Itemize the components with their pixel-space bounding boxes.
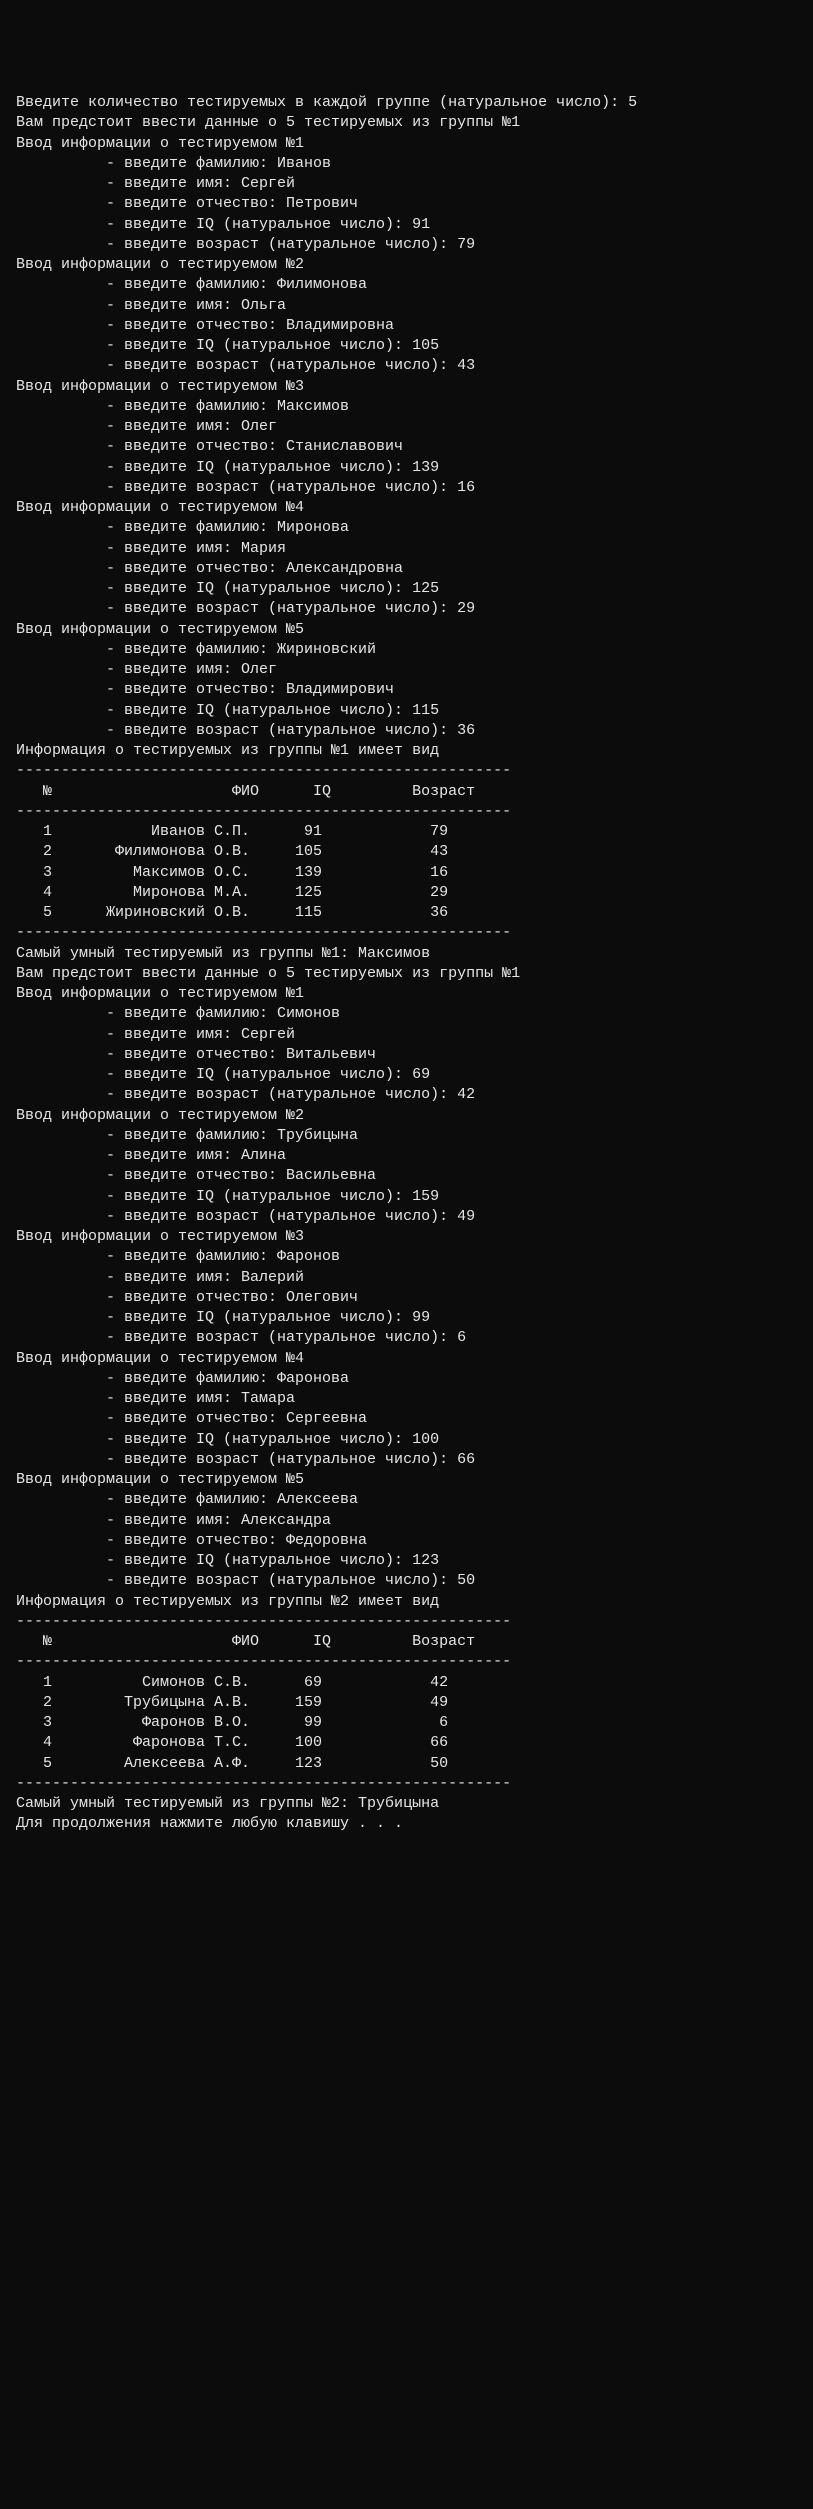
- console-line: Ввод информации о тестируемом №2: [16, 1106, 797, 1126]
- console-line: Ввод информации о тестируемом №5: [16, 620, 797, 640]
- console-line: Для продолжения нажмите любую клавишу . …: [16, 1814, 797, 1834]
- console-line: ----------------------------------------…: [16, 761, 797, 781]
- console-line: - введите фамилию: Фаронова: [16, 1369, 797, 1389]
- console-line: 5 Алексеева А.Ф. 123 50: [16, 1754, 797, 1774]
- console-line: - введите возраст (натуральное число): 6: [16, 1328, 797, 1348]
- console-line: - введите IQ (натуральное число): 115: [16, 701, 797, 721]
- console-line: - введите IQ (натуральное число): 105: [16, 336, 797, 356]
- console-line: ----------------------------------------…: [16, 923, 797, 943]
- console-line: Вам предстоит ввести данные о 5 тестируе…: [16, 113, 797, 133]
- console-line: 4 Фаронова Т.С. 100 66: [16, 1733, 797, 1753]
- console-line: ----------------------------------------…: [16, 1652, 797, 1672]
- console-line: - введите IQ (натуральное число): 100: [16, 1430, 797, 1450]
- console-line: Ввод информации о тестируемом №5: [16, 1470, 797, 1490]
- console-line: - введите фамилию: Миронова: [16, 518, 797, 538]
- console-line: 2 Филимонова О.В. 105 43: [16, 842, 797, 862]
- console-line: 5 Жириновский О.В. 115 36: [16, 903, 797, 923]
- console-line: - введите возраст (натуральное число): 5…: [16, 1571, 797, 1591]
- console-line: 4 Миронова М.А. 125 29: [16, 883, 797, 903]
- console-line: - введите возраст (натуральное число): 4…: [16, 356, 797, 376]
- console-line: Самый умный тестируемый из группы №2: Тр…: [16, 1794, 797, 1814]
- console-output: Введите количество тестируемых в каждой …: [16, 93, 797, 1835]
- console-line: - введите возраст (натуральное число): 4…: [16, 1207, 797, 1227]
- console-line: - введите отчество: Сергеевна: [16, 1409, 797, 1429]
- console-line: Ввод информации о тестируемом №1: [16, 984, 797, 1004]
- console-line: - введите фамилию: Алексеева: [16, 1490, 797, 1510]
- console-line: - введите IQ (натуральное число): 123: [16, 1551, 797, 1571]
- console-line: - введите возраст (натуральное число): 4…: [16, 1085, 797, 1105]
- console-line: Ввод информации о тестируемом №4: [16, 498, 797, 518]
- console-line: Введите количество тестируемых в каждой …: [16, 93, 797, 113]
- console-line: - введите отчество: Федоровна: [16, 1531, 797, 1551]
- console-line: - введите отчество: Олегович: [16, 1288, 797, 1308]
- console-line: - введите IQ (натуральное число): 159: [16, 1187, 797, 1207]
- console-line: - введите IQ (натуральное число): 99: [16, 1308, 797, 1328]
- console-line: 1 Симонов С.В. 69 42: [16, 1673, 797, 1693]
- console-line: - введите фамилию: Филимонова: [16, 275, 797, 295]
- console-line: 3 Фаронов В.О. 99 6: [16, 1713, 797, 1733]
- console-line: - введите фамилию: Симонов: [16, 1004, 797, 1024]
- console-line: Ввод информации о тестируемом №2: [16, 255, 797, 275]
- console-line: - введите IQ (натуральное число): 69: [16, 1065, 797, 1085]
- console-line: - введите возраст (натуральное число): 7…: [16, 235, 797, 255]
- console-line: - введите фамилию: Жириновский: [16, 640, 797, 660]
- console-line: - введите отчество: Витальевич: [16, 1045, 797, 1065]
- console-line: - введите отчество: Станиславович: [16, 437, 797, 457]
- console-line: 1 Иванов С.П. 91 79: [16, 822, 797, 842]
- console-line: - введите имя: Олег: [16, 417, 797, 437]
- console-line: 2 Трубицына А.В. 159 49: [16, 1693, 797, 1713]
- console-line: Ввод информации о тестируемом №4: [16, 1349, 797, 1369]
- console-line: Информация о тестируемых из группы №1 им…: [16, 741, 797, 761]
- console-line: - введите возраст (натуральное число): 6…: [16, 1450, 797, 1470]
- console-line: Ввод информации о тестируемом №3: [16, 1227, 797, 1247]
- console-line: - введите имя: Тамара: [16, 1389, 797, 1409]
- console-line: - введите имя: Валерий: [16, 1268, 797, 1288]
- console-line: № ФИО IQ Возраст: [16, 782, 797, 802]
- console-line: - введите возраст (натуральное число): 2…: [16, 599, 797, 619]
- console-line: - введите фамилию: Иванов: [16, 154, 797, 174]
- console-line: - введите отчество: Петрович: [16, 194, 797, 214]
- console-line: - введите отчество: Александровна: [16, 559, 797, 579]
- console-line: - введите возраст (натуральное число): 1…: [16, 478, 797, 498]
- console-line: - введите отчество: Владимирович: [16, 680, 797, 700]
- console-line: - введите отчество: Владимировна: [16, 316, 797, 336]
- console-line: Ввод информации о тестируемом №1: [16, 134, 797, 154]
- console-line: Ввод информации о тестируемом №3: [16, 377, 797, 397]
- console-line: - введите фамилию: Максимов: [16, 397, 797, 417]
- console-line: ----------------------------------------…: [16, 1774, 797, 1794]
- console-line: - введите имя: Сергей: [16, 1025, 797, 1045]
- console-line: ----------------------------------------…: [16, 802, 797, 822]
- console-line: Вам предстоит ввести данные о 5 тестируе…: [16, 964, 797, 984]
- console-line: № ФИО IQ Возраст: [16, 1632, 797, 1652]
- console-line: - введите фамилию: Фаронов: [16, 1247, 797, 1267]
- console-line: - введите имя: Мария: [16, 539, 797, 559]
- console-line: - введите имя: Александра: [16, 1511, 797, 1531]
- console-line: 3 Максимов О.С. 139 16: [16, 863, 797, 883]
- console-line: - введите имя: Олег: [16, 660, 797, 680]
- console-line: - введите IQ (натуральное число): 125: [16, 579, 797, 599]
- console-line: - введите фамилию: Трубицына: [16, 1126, 797, 1146]
- console-line: - введите возраст (натуральное число): 3…: [16, 721, 797, 741]
- console-line: - введите имя: Сергей: [16, 174, 797, 194]
- console-line: - введите IQ (натуральное число): 91: [16, 215, 797, 235]
- console-line: Самый умный тестируемый из группы №1: Ма…: [16, 944, 797, 964]
- console-line: - введите отчество: Васильевна: [16, 1166, 797, 1186]
- console-line: Информация о тестируемых из группы №2 им…: [16, 1592, 797, 1612]
- console-line: - введите имя: Ольга: [16, 296, 797, 316]
- console-line: - введите IQ (натуральное число): 139: [16, 458, 797, 478]
- console-line: ----------------------------------------…: [16, 1612, 797, 1632]
- console-line: - введите имя: Алина: [16, 1146, 797, 1166]
